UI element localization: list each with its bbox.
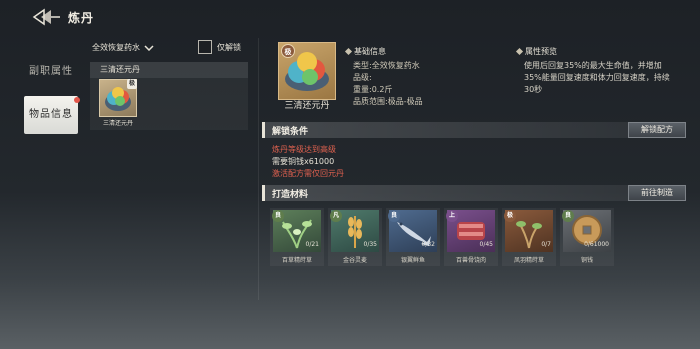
- preview-title: 属性预览: [525, 47, 557, 56]
- material-count: 0/61000: [584, 241, 609, 248]
- attribute-preview-text: 使用后回复35%的最大生命值，并增加35%能量回复速度和体力回复速度，持续30秒: [524, 61, 670, 94]
- category-dropdown-label: 全效恢复药水: [92, 43, 140, 52]
- material-count: 0/32: [421, 241, 435, 248]
- chevron-down-icon: [144, 44, 154, 51]
- grade-badge: 良: [388, 210, 400, 222]
- preview-heading: 属性预览: [515, 46, 557, 57]
- panel-divider: [258, 38, 259, 300]
- grade-badge: 良: [272, 210, 284, 222]
- go-craft-button[interactable]: 前往制造: [628, 185, 686, 201]
- diamond-icon: [515, 47, 524, 56]
- craft-title: 打造材料: [272, 190, 309, 200]
- only-unlocked-checkbox[interactable]: [198, 40, 212, 54]
- category-dropdown[interactable]: 全效恢复药水: [92, 42, 154, 53]
- material-count: 0/21: [305, 241, 319, 248]
- unlock-recipe-button[interactable]: 解锁配方: [628, 122, 686, 138]
- material-slot[interactable]: 极 0/7 凤羽精莳草: [502, 208, 556, 266]
- section-marker: [262, 185, 265, 201]
- item-weight: 重量:0.2斤: [353, 85, 393, 94]
- list-item-label: 三清还元丹: [102, 120, 133, 127]
- material-name: 百兽骨饶肉: [455, 257, 486, 264]
- material-name: 百草精莳草: [281, 257, 312, 264]
- grade-badge: 上: [446, 210, 458, 222]
- grade-badge: 良: [562, 210, 574, 222]
- material-slot[interactable]: 上 0/45 百兽骨饶肉: [444, 208, 498, 266]
- material-count: 0/35: [363, 241, 377, 248]
- top-bar: 炼丹: [0, 0, 700, 34]
- material-name: 铜钱: [580, 257, 593, 264]
- item-name: 三清还元丹: [284, 101, 330, 111]
- grade-badge: 极: [127, 79, 137, 89]
- unlock-section-bar: 解锁条件 解锁配方: [262, 122, 686, 138]
- craft-section-bar: 打造材料 前往制造: [262, 185, 686, 201]
- list-item[interactable]: 极 三清还元丹: [96, 79, 140, 129]
- back-arrow-icon: [32, 8, 60, 26]
- item-type: 类型:全效恢复药水: [353, 61, 420, 70]
- grade-badge: 极: [504, 210, 516, 222]
- material-slot[interactable]: 良 0/32 银翼鲜鱼: [386, 208, 440, 266]
- material-count: 0/7: [541, 241, 551, 248]
- recipe-list: 三清还元丹 极 三清还元丹: [90, 62, 248, 130]
- unlock-condition-cost: 需要铜钱x61000: [272, 157, 335, 166]
- item-grade: 品级:: [353, 73, 372, 82]
- material-slot[interactable]: 良 0/21 百草精莳草: [270, 208, 324, 266]
- unlock-condition-activate: 激活配方需仅回元丹: [272, 169, 344, 178]
- tab-item-info[interactable]: 物品信息: [24, 96, 78, 134]
- recipe-list-header[interactable]: 三清还元丹: [90, 62, 248, 78]
- material-name: 银翼鲜鱼: [400, 257, 425, 264]
- tab-job-attributes[interactable]: 副职属性: [24, 62, 78, 82]
- page-title: 炼丹: [68, 11, 95, 25]
- notification-dot: [74, 97, 80, 103]
- grade-badge: 凡: [330, 210, 342, 222]
- only-unlocked-label: 仅解锁: [217, 43, 241, 52]
- diamond-icon: [344, 47, 353, 56]
- material-name: 金谷灵麦: [342, 257, 367, 264]
- unlock-condition-level: 炼丹等级达到高级: [272, 145, 336, 154]
- material-name: 凤羽精莳草: [513, 257, 544, 264]
- back-button[interactable]: [32, 8, 62, 26]
- material-slot[interactable]: 凡 0/35 金谷灵麦: [328, 208, 382, 266]
- unlock-title: 解锁条件: [272, 127, 309, 137]
- basic-info-heading: 基础信息: [344, 46, 386, 57]
- item-quality: 品质范围:极品-极品: [353, 97, 423, 106]
- basic-info-title: 基础信息: [354, 47, 386, 56]
- material-count: 0/45: [479, 241, 493, 248]
- section-marker: [262, 122, 265, 138]
- material-slot[interactable]: 良 0/61000 铜钱: [560, 208, 614, 266]
- grade-badge: 极: [281, 44, 295, 58]
